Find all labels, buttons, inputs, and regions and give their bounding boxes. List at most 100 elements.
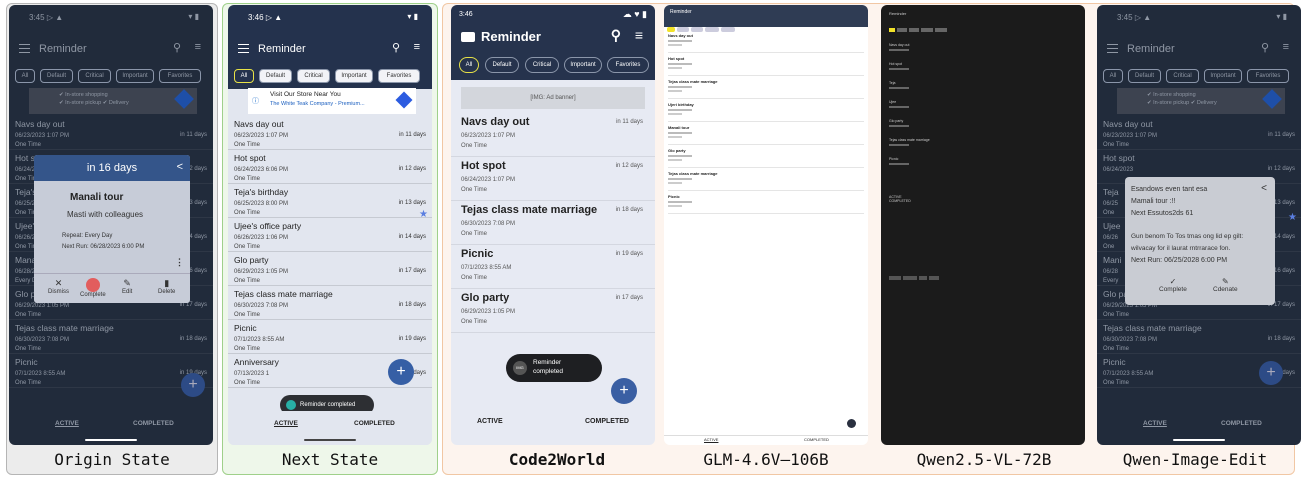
chip-important[interactable]: Important [116,69,154,83]
list-item[interactable]: Tejas class mate marriage [668,77,864,99]
list-item[interactable]: Navs day out [889,43,949,61]
ad-banner[interactable]: ✔ In-store shopping ✔ In-store pickup ✔ … [29,88,197,114]
chip-critical[interactable] [909,28,919,32]
chip-all[interactable]: All [459,57,479,73]
list-item[interactable]: Teja's birthday 06/25/2023 8:00 PM One Tim… [228,184,432,218]
add-fab[interactable]: + [388,359,414,385]
chip-favorites[interactable]: Favorites [607,57,649,73]
list-item[interactable]: Hot spot 06/24/2023 1:07 PM One Time in 12 … [451,157,655,201]
list-item[interactable]: Ujee [889,100,949,118]
search-icon[interactable]: ⚲ [611,27,621,44]
tab-active[interactable]: ACTIVE [1143,420,1167,427]
search-icon[interactable]: ⚲ [173,41,181,54]
favorite-star-icon[interactable]: ★ [419,209,428,220]
list-item[interactable]: Hot spot [889,62,949,80]
tab-active[interactable]: ACTIVE [704,437,718,442]
tab-completed[interactable]: COMPLETED [133,420,174,427]
search-icon[interactable]: ⚲ [1261,41,1269,54]
chip-important[interactable]: Important [564,57,602,73]
tab-active[interactable]: ACTIVE [274,420,298,427]
add-fab[interactable] [847,419,856,428]
edit-button[interactable]: ✎ Cdenate [1213,277,1238,293]
chip-default[interactable] [897,28,907,32]
list-item[interactable]: Teja [889,81,949,99]
filter-icon[interactable]: ≡ [195,41,201,53]
tab-completed[interactable]: COMPLETED [1221,420,1262,427]
list-item[interactable]: Tejas class mate marriage 06/30/2023 7:08… [9,320,213,354]
list-item[interactable]: Picnic [889,157,949,175]
chip-favorites[interactable]: Favorites [378,69,420,83]
ad-banner[interactable]: ⓘ Visit Our Store Near You The White Tea… [248,88,416,114]
chip-critical[interactable]: Critical [297,69,330,83]
list-item[interactable]: Navs day out 06/23/2023 1:07 PM One Time in… [1097,116,1301,150]
tab-completed[interactable]: COMPLETED [585,418,629,425]
dismiss-button[interactable]: ✕ Dismiss [48,278,69,295]
ad-banner[interactable]: [IMG: Ad banner] [461,87,645,109]
chip-critical[interactable]: Critical [1166,69,1199,83]
share-icon[interactable]: < [1261,183,1267,194]
list-item[interactable]: Navs day out 06/23/2023 1:07 PM One Time in… [228,116,432,150]
toast: IMG Reminder completed [506,354,602,382]
list-item[interactable]: Ujee's office party 06/26/2023 1:06 PM One… [228,218,432,252]
chip-favorites[interactable]: Favorites [159,69,201,83]
favorite-star-icon[interactable]: ★ [1288,212,1297,223]
chip-default[interactable]: Default [40,69,73,83]
list-item[interactable]: Glo party 06/29/2023 1:05 PM One Time in 17… [451,289,655,333]
list-item[interactable]: Picnic 07/1/2023 8:55 AM One Time in 19 day… [228,320,432,354]
list-item[interactable]: Picnic 07/1/2023 8:55 AM One Time in 19 day… [451,245,655,289]
search-icon[interactable]: ⚲ [392,41,400,54]
chip-all[interactable]: All [234,69,254,83]
list-item[interactable]: Tejas class mate marriage 06/30/2023 7:08… [451,201,655,245]
filter-icon[interactable]: ≡ [635,27,643,43]
list-item[interactable]: Tejas class mate marriage [668,169,864,191]
chip-default[interactable]: Default [485,57,519,73]
chip-critical[interactable]: Critical [78,69,111,83]
filter-icon[interactable]: ≡ [414,41,420,53]
add-fab[interactable]: + [1259,361,1283,385]
list-item[interactable]: Tejas class mate marriage [889,138,949,156]
filter-icon[interactable]: ≡ [1283,41,1289,53]
list-item[interactable]: Navs day out 06/23/2023 1:07 PM One Time in… [9,116,213,150]
menu-icon[interactable] [461,32,475,42]
complete-button[interactable]: Complete [80,278,106,298]
tab-active[interactable]: ACTIVE [477,418,503,425]
list-item[interactable]: Manali tour [668,123,864,145]
chip-all[interactable] [889,28,895,32]
menu-icon[interactable] [19,44,30,53]
tab-active[interactable]: ACTIVE [55,420,79,427]
chip-critical[interactable]: Critical [525,57,559,73]
list-item[interactable]: Hot spot [668,54,864,76]
reminder-due: in 19 days [615,251,643,257]
list-item[interactable]: Navs day out [668,31,864,53]
chip-favorites[interactable] [935,28,947,32]
list-item[interactable]: Picnic [668,192,864,214]
complete-button[interactable]: ✓ Complete [1159,277,1187,293]
more-icon[interactable]: ⋮ [175,257,184,268]
chip-important[interactable] [921,28,933,32]
chip-all[interactable]: All [1103,69,1123,83]
chip-important[interactable]: Important [1204,69,1242,83]
chip-default[interactable]: Default [1128,69,1161,83]
list-item[interactable]: Glo party [668,146,864,168]
chip-default[interactable]: Default [259,69,292,83]
list-item[interactable]: Glo party 06/29/2023 1:05 PM One Time in 17… [228,252,432,286]
edit-button[interactable]: ✎ Edit [122,278,132,295]
ad-banner[interactable]: ✔ In-store shopping ✔ In-store pickup ✔ … [1117,88,1285,114]
chip-favorites[interactable]: Favorites [1247,69,1289,83]
list-item[interactable]: Glo party [889,119,949,137]
delete-button[interactable]: ▮ Delete [158,278,175,295]
menu-icon[interactable] [238,44,249,53]
list-item[interactable]: Hot spot 06/24/2023 6:06 PM One Time in 12 … [228,150,432,184]
chip-important[interactable]: Important [335,69,373,83]
list-item[interactable]: Tejas class mate marriage 06/30/2023 7:08… [228,286,432,320]
list-item[interactable]: Navs day out 06/23/2023 1:07 PM One Time in… [451,113,655,157]
list-item[interactable]: Tejas class mate marriage 06/30/2023 7:08… [1097,320,1301,354]
menu-icon[interactable] [1107,44,1118,53]
add-fab[interactable]: + [181,373,205,397]
list-item[interactable]: Ujeri birthday [668,100,864,122]
share-icon[interactable]: < [177,161,183,173]
chip-all[interactable]: All [15,69,35,83]
tab-completed[interactable]: COMPLETED [804,437,829,442]
tab-completed[interactable]: COMPLETED [354,420,395,427]
add-fab[interactable]: + [611,378,637,404]
